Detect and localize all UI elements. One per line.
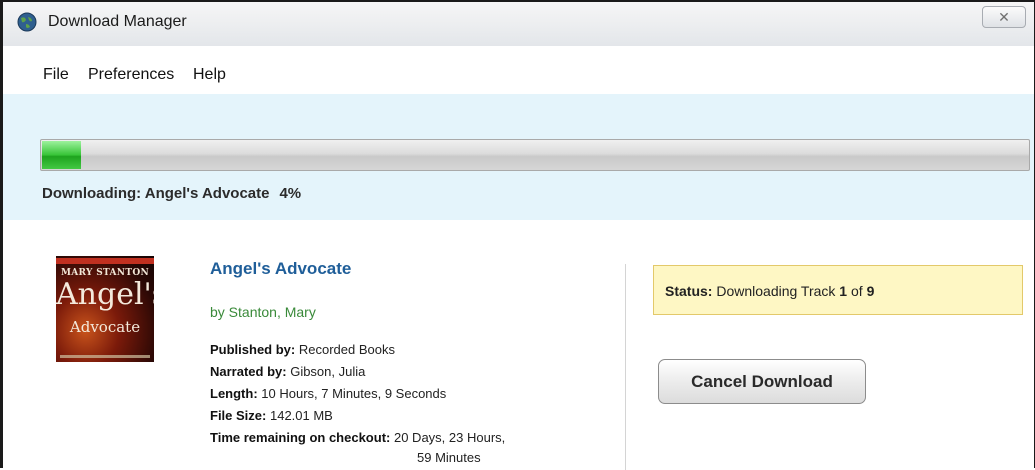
progress-bar-fill: [42, 141, 81, 169]
progress-bar: [40, 139, 1030, 171]
globe-download-icon: [17, 12, 37, 32]
narrated-by-label: Narrated by:: [210, 364, 287, 379]
progress-panel: Downloading: Angel's Advocate 4%: [3, 94, 1034, 220]
close-button[interactable]: ✕: [982, 6, 1026, 28]
vertical-divider: [625, 264, 626, 470]
status-track-text: Downloading Track: [716, 283, 836, 299]
menu-help[interactable]: Help: [193, 66, 226, 84]
status-label: Status:: [665, 283, 713, 299]
file-size-row: File Size: 142.01 MB: [210, 408, 333, 423]
book-author-link[interactable]: by Stanton, Mary: [210, 304, 316, 320]
length-value: 10 Hours, 7 Minutes, 9 Seconds: [261, 386, 447, 401]
cancel-download-button[interactable]: Cancel Download: [658, 359, 866, 404]
narrated-by-value: Gibson, Julia: [290, 364, 366, 379]
progress-status-text: Downloading: Angel's Advocate 4%: [42, 185, 311, 202]
download-manager-window: Download Manager ✕ File Preferences Help…: [0, 0, 1035, 470]
time-remaining-value: 20 Days, 23 Hours,: [393, 430, 506, 445]
file-size-label: File Size:: [210, 408, 267, 423]
title-bar[interactable]: Download Manager ✕: [3, 2, 1034, 46]
status-current-track: 1: [839, 283, 848, 299]
window-title: Download Manager: [48, 13, 187, 30]
status-box: Status: Downloading Track 1 of 9: [653, 265, 1023, 315]
cover-title-line-1: Angel's: [56, 277, 154, 312]
cover-top-band: [56, 258, 154, 264]
menu-file[interactable]: File: [43, 66, 69, 84]
status-text: Status: Downloading Track 1 of 9: [665, 283, 874, 299]
status-total-tracks: 9: [866, 283, 875, 299]
time-remaining-value-cont: 59 Minutes: [417, 450, 481, 465]
length-label: Length:: [210, 386, 258, 401]
published-by-row: Published by: Recorded Books: [210, 342, 395, 357]
cover-title-line-2: Advocate: [69, 318, 141, 336]
status-of: of: [850, 283, 863, 299]
published-by-label: Published by:: [210, 342, 296, 357]
menu-bar: File Preferences Help: [3, 46, 1034, 94]
menu-preferences[interactable]: Preferences: [88, 66, 174, 84]
time-remaining-row: Time remaining on checkout: 20 Days, 23 …: [210, 430, 505, 445]
progress-percent: 4%: [279, 185, 302, 202]
published-by-value: Recorded Books: [298, 342, 395, 357]
close-icon: ✕: [998, 9, 1010, 25]
file-size-value: 142.01 MB: [269, 408, 333, 423]
book-title-link[interactable]: Angel's Advocate: [210, 259, 351, 279]
downloading-title: Downloading: Angel's Advocate: [42, 185, 270, 202]
narrated-by-row: Narrated by: Gibson, Julia: [210, 364, 365, 379]
cover-bottom-band: [60, 355, 150, 358]
book-cover-image: MARY STANTON Angel's Advocate: [56, 256, 154, 362]
time-remaining-label: Time remaining on checkout:: [210, 430, 391, 445]
length-row: Length: 10 Hours, 7 Minutes, 9 Seconds: [210, 386, 446, 401]
